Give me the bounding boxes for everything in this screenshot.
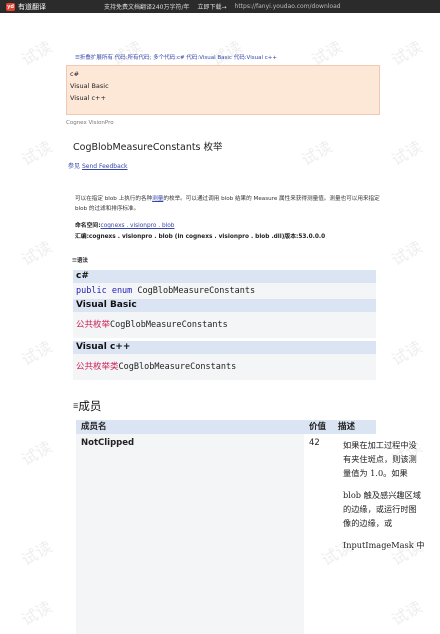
watermark-text: 试读 <box>18 537 56 570</box>
members-heading[interactable]: ☰成员 <box>73 398 101 414</box>
description-line: blob 触及感兴趣区域 <box>343 490 421 500</box>
watermark-text: 试读 <box>388 237 426 270</box>
promo-text: 支持免费文档翻译240万字符/年 <box>104 4 190 11</box>
description-line: 像的边缘，或 <box>343 518 393 528</box>
description-part1: 可以在指定 blob 上执行的各种 <box>75 196 153 202</box>
watermark-text: 试读 <box>388 597 426 630</box>
syntax-heading[interactable]: ☰语法 <box>72 256 88 264</box>
download-banner: yd 有道翻译 支持免费文档翻译240万字符/年 立即下载→ https://f… <box>0 0 440 13</box>
code-lang-label: Visual Basic <box>73 299 376 312</box>
page-title: CogBlobMeasureConstants 枚举 <box>73 142 223 153</box>
watermark-text: 试读 <box>18 437 56 470</box>
header-member-name: 成员名 <box>81 422 107 432</box>
code-enum-name: CogBlobMeasureConstants <box>137 286 256 296</box>
code-content: 公共枚举类CogBlobMeasureConstants <box>73 354 376 380</box>
code-lang-label: Visual c++ <box>73 341 376 354</box>
code-content: 公共枚举CogBlobMeasureConstants <box>73 312 376 338</box>
send-feedback-link[interactable]: Send Feedback <box>82 163 128 170</box>
download-link[interactable]: 立即下载→ <box>197 2 226 11</box>
description-line: 有夹住斑点，则该测 <box>343 454 417 464</box>
namespace-link[interactable]: cognexs . visionpro . blob <box>101 223 175 229</box>
youdao-logo[interactable]: yd 有道翻译 <box>6 2 76 12</box>
description-line: InputImageMask 中 <box>343 540 425 550</box>
description: 可以在指定 blob 上执行的各种测量的枚举。可以通过调用 blob 结果的 M… <box>75 194 383 214</box>
watermark-text: 试读 <box>388 337 426 370</box>
table-row: NotClipped 42 如果在加工过程中没 有夹住斑点，则该测 量值为 1.… <box>76 434 425 634</box>
language-option-vb[interactable]: Visual Basic <box>70 80 379 92</box>
breadcrumb[interactable]: ☰折叠扩展所有 代码:所有代码; 多个代码:c# 代码:Visual Basic… <box>75 53 277 61</box>
namespace-line: 命名空间:cognexs . visionpro . blob <box>75 220 174 229</box>
language-option-csharp[interactable]: c# <box>70 68 379 80</box>
watermark-text: 试读 <box>18 137 56 170</box>
code-keyword: 公共枚举 <box>76 320 111 330</box>
members-table: 成员名 价值 描述 NotClipped 42 如果在加工过程中没 有夹住斑点，… <box>76 420 425 634</box>
logo-text: 有道翻译 <box>18 2 46 11</box>
watermark-text: 试读 <box>298 137 336 170</box>
code-keyword: 公共枚举类 <box>76 362 119 372</box>
members-heading-text: 成员 <box>78 399 102 413</box>
feedback-line: 参见 Send Feedback <box>68 161 128 170</box>
product-name: Cognex VisionPro <box>66 120 114 126</box>
description-line: 的边缘，或运行时图 <box>343 504 417 514</box>
header-value: 价值 <box>309 422 327 432</box>
header-description: 描述 <box>338 422 356 432</box>
assembly-line: 汇编:cognexs . visionpro . blob (in cognex… <box>75 234 326 240</box>
watermark-text: 试读 <box>18 237 56 270</box>
measurement-link[interactable]: 测量 <box>152 196 163 202</box>
code-block-cpp: Visual c++ 公共枚举类CogBlobMeasureConstants <box>73 341 376 380</box>
code-block-csharp: c# public enum CogBlobMeasureConstants <box>73 270 376 299</box>
feedback-prefix: 参见 <box>68 163 81 170</box>
code-block-vb: Visual Basic 公共枚举CogBlobMeasureConstants <box>73 299 376 338</box>
watermark-text: 试读 <box>388 137 426 170</box>
description-line <box>338 480 376 488</box>
description-line: 如果在加工过程中没 <box>343 440 417 450</box>
code-lang-label: c# <box>73 270 376 283</box>
member-value: 42 <box>309 438 320 448</box>
logo-badge-icon: yd <box>6 2 15 11</box>
watermark-text: 试读 <box>18 37 56 70</box>
description-line <box>338 530 376 538</box>
watermark-text: 试读 <box>388 37 426 70</box>
watermark-text: 试读 <box>18 337 56 370</box>
code-enum-name: CogBlobMeasureConstants <box>118 362 237 372</box>
watermark-text: 试读 <box>18 597 56 630</box>
code-enum-name: CogBlobMeasureConstants <box>110 320 228 330</box>
namespace-label: 命名空间: <box>75 223 101 229</box>
description-line: 量值为 1.0。如果 <box>343 468 408 478</box>
member-name: NotClipped <box>76 434 304 634</box>
language-filter-box: c# Visual Basic Visual c++ <box>66 65 380 115</box>
language-option-cpp[interactable]: Visual c++ <box>70 92 379 104</box>
code-keyword: public enum <box>76 286 133 296</box>
code-content: public enum CogBlobMeasureConstants <box>73 283 376 299</box>
member-description: 如果在加工过程中没 有夹住斑点，则该测 量值为 1.0。如果 blob 触及感兴… <box>333 434 425 634</box>
download-url[interactable]: https://fanyi.youdao.com/download <box>235 3 341 10</box>
table-header: 成员名 价值 描述 <box>76 420 376 434</box>
